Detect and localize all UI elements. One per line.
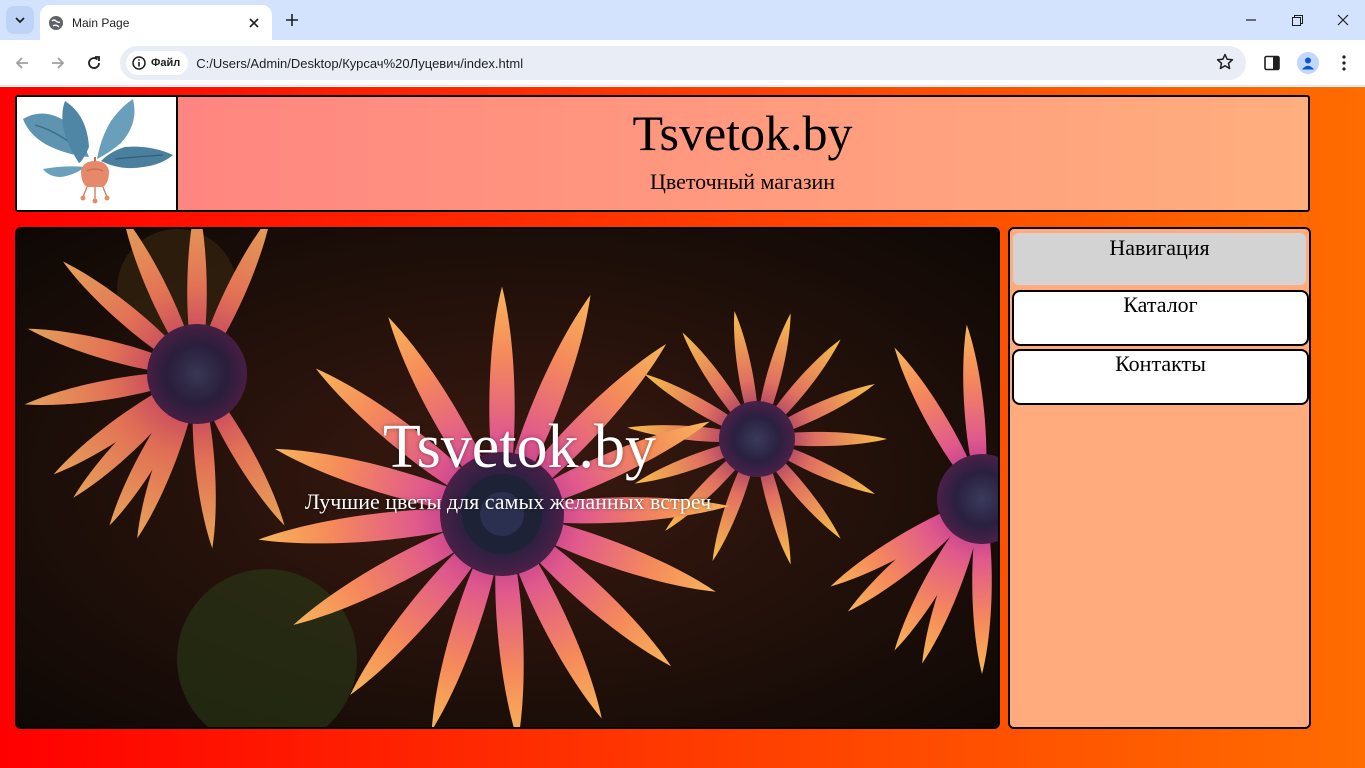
close-icon [1337, 14, 1349, 26]
restore-button[interactable] [1274, 0, 1320, 40]
star-icon[interactable] [1216, 53, 1234, 75]
minimize-icon [1246, 19, 1256, 21]
profile-icon [1297, 52, 1319, 74]
nav-item-contacts[interactable]: Контакты [1012, 349, 1309, 405]
arrow-left-icon [15, 57, 28, 69]
side-panel-icon [1264, 55, 1280, 71]
page-viewport: Tsvetok.by Цветочный магазин Tsvetok.by … [0, 87, 1365, 768]
tab-search-button[interactable] [6, 6, 34, 34]
site-title: Tsvetok.by [632, 105, 853, 161]
profile-button[interactable] [1294, 49, 1322, 77]
security-chip-label: Файл [151, 57, 181, 69]
back-button[interactable] [8, 49, 36, 77]
close-window-button[interactable] [1320, 0, 1365, 40]
browser-tab[interactable]: Main Page [40, 5, 272, 40]
tab-title: Main Page [72, 15, 130, 30]
navigation-sidebar: Навигация Каталог Контакты [1008, 227, 1311, 729]
reload-button[interactable] [80, 49, 108, 77]
forward-button[interactable] [44, 49, 72, 77]
site-header: Tsvetok.by Цветочный магазин [15, 95, 1310, 212]
nav-heading: Навигация [1013, 233, 1306, 285]
menu-button[interactable] [1330, 49, 1358, 77]
minimize-button[interactable] [1228, 0, 1274, 40]
nav-item-catalog[interactable]: Каталог [1012, 290, 1309, 346]
hero-subtitle: Лучшие цветы для самых желанных встреч [304, 489, 712, 514]
kebab-menu-icon [1342, 55, 1346, 71]
close-tab-icon[interactable] [246, 15, 262, 31]
site-info-chip[interactable]: Файл [126, 51, 189, 75]
logo [17, 97, 178, 210]
arrow-right-icon [52, 57, 65, 69]
site-subtitle: Цветочный магазин [649, 169, 836, 194]
url-text[interactable]: C:/Users/Admin/Desktop/Курсач%20Луцевич/… [196, 56, 523, 71]
chevron-down-icon [15, 17, 25, 24]
tab-strip: Main Page [0, 0, 1365, 40]
reload-icon [88, 56, 100, 69]
browser-toolbar: Файл C:/Users/Admin/Desktop/Курсач%20Луц… [0, 40, 1365, 86]
new-tab-button[interactable] [280, 8, 304, 32]
hero-title: Tsvetok.by [383, 413, 656, 481]
side-panel-button[interactable] [1258, 49, 1286, 77]
flower-logo-icon [23, 99, 173, 204]
globe-icon [48, 15, 64, 31]
address-bar[interactable]: Файл C:/Users/Admin/Desktop/Курсач%20Луц… [120, 46, 1246, 80]
plus-icon [286, 14, 298, 26]
hero-banner: Tsvetok.by Лучшие цветы для самых желанн… [15, 227, 1000, 729]
restore-icon [1291, 14, 1303, 26]
info-icon [132, 56, 146, 70]
